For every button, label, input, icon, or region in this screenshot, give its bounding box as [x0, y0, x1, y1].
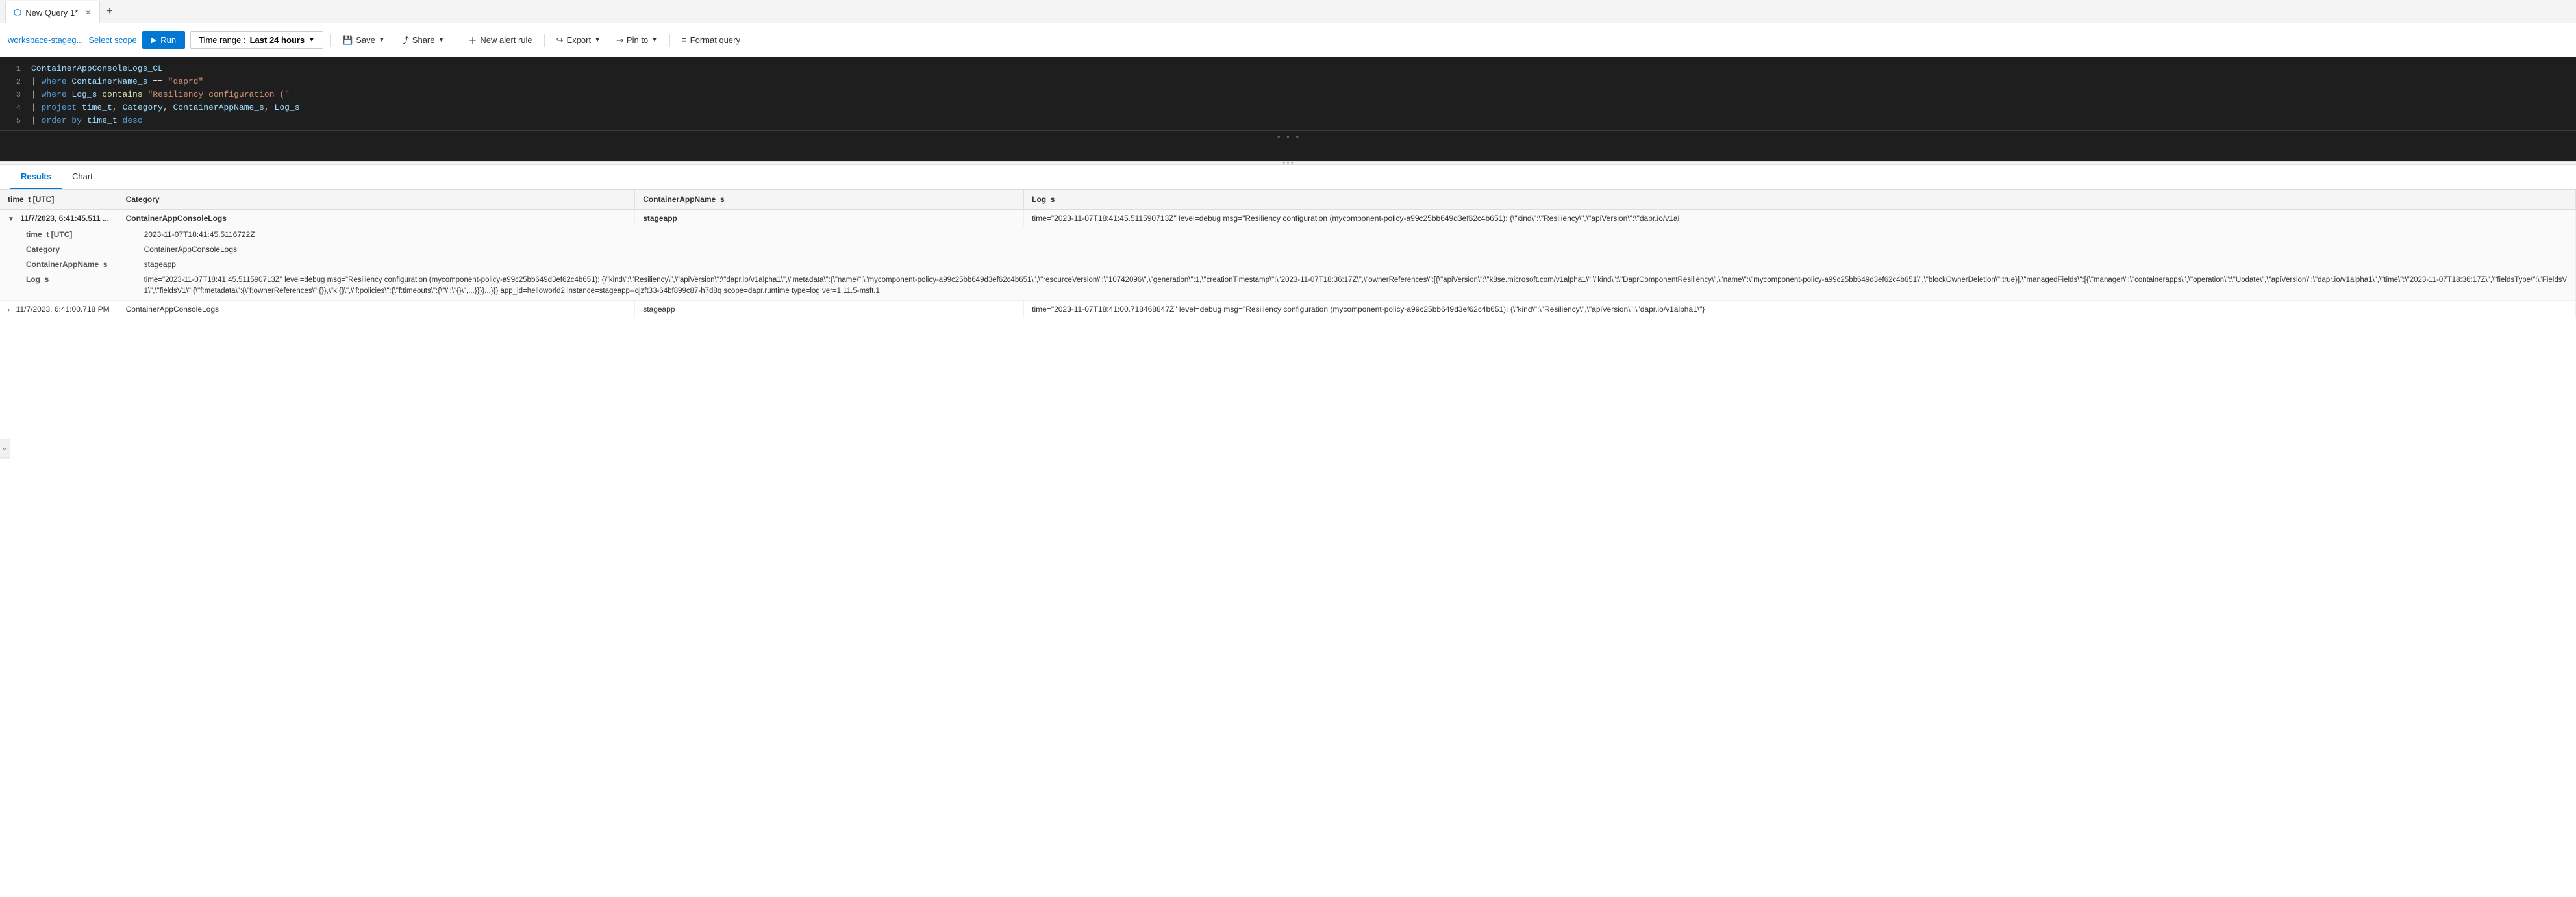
table-row[interactable]: › 11/7/2023, 6:41:00.718 PM ContainerApp…	[0, 300, 2576, 318]
run-label: Run	[160, 35, 176, 45]
line-content-3: | where Log_s contains "Resiliency confi…	[31, 88, 290, 101]
share-icon: ⤴	[401, 34, 409, 46]
save-icon: 💾	[342, 35, 353, 45]
run-button[interactable]: ▶ Run	[142, 31, 185, 49]
export-icon: ↪	[556, 35, 564, 45]
editor-ellipsis: • • •	[0, 130, 2576, 145]
detail-value: ContainerAppConsoleLogs	[118, 242, 2575, 257]
time-range-button[interactable]: Time range : Last 24 hours ▼	[190, 31, 323, 49]
detail-row: Category ContainerAppConsoleLogs	[0, 242, 2576, 257]
log-text: time="2023-11-07T18:41:00.718468847Z" le…	[1032, 305, 1811, 314]
tab-chart[interactable]: Chart	[62, 165, 103, 189]
play-icon: ▶	[151, 36, 156, 44]
line-num-5: 5	[5, 114, 21, 127]
editor-line-5: 5 | order by time_t desc	[0, 114, 2576, 127]
workspace-label: workspace-stageg...	[8, 35, 83, 45]
col-header-category: Category	[118, 190, 635, 210]
query-tab[interactable]: ⬡ New Query 1* ×	[5, 1, 100, 23]
col-header-log: Log_s	[1024, 190, 2576, 210]
editor-line-1: 1 ContainerAppConsoleLogs_CL	[0, 62, 2576, 75]
new-tab-button[interactable]: +	[100, 0, 119, 23]
divider-4	[669, 34, 670, 47]
detail-row: Log_s time="2023-11-07T18:41:45.51159071…	[0, 272, 2576, 301]
col-header-time: time_t [UTC]	[0, 190, 118, 210]
table-row[interactable]: ▼ 11/7/2023, 6:41:45.511 ... ContainerAp…	[0, 210, 2576, 227]
tab-close-button[interactable]: ×	[84, 6, 92, 18]
share-chevron-icon: ▼	[438, 36, 445, 44]
expand-icon[interactable]: ›	[8, 307, 10, 314]
format-query-button[interactable]: ≡ Format query	[677, 32, 745, 48]
sidebar-toggle[interactable]: ‹‹	[0, 439, 10, 458]
save-chevron-icon: ▼	[379, 36, 385, 44]
toolbar: workspace-stageg... Select scope ▶ Run T…	[0, 23, 2576, 57]
detail-value: time="2023-11-07T18:41:45.511590713Z" le…	[118, 272, 2575, 301]
time-range-value: Last 24 hours	[250, 35, 305, 45]
log-text: time="2023-11-07T18:41:45.511590713Z" le…	[1032, 214, 1811, 223]
line-num-2: 2	[5, 75, 21, 88]
pin-icon: ⊸	[616, 35, 623, 45]
results-area[interactable]: Results Chart time_t [UTC] Category Cont…	[0, 165, 2576, 897]
line-num-1: 1	[5, 62, 21, 75]
format-icon: ≡	[682, 35, 687, 45]
pin-to-button[interactable]: ⊸ Pin to ▼	[611, 32, 663, 49]
tab-title: New Query 1*	[25, 8, 78, 18]
table-header-row: time_t [UTC] Category ContainerAppName_s…	[0, 190, 2576, 210]
time-range-chevron-icon: ▼	[308, 36, 315, 44]
tab-results[interactable]: Results	[10, 165, 62, 189]
results-table: time_t [UTC] Category ContainerAppName_s…	[0, 190, 2576, 318]
line-num-4: 4	[5, 101, 21, 114]
main-content: 1 ContainerAppConsoleLogs_CL 2 | where C…	[0, 57, 2576, 897]
export-button[interactable]: ↪ Export ▼	[551, 32, 606, 49]
editor-line-3: 3 | where Log_s contains "Resiliency con…	[0, 88, 2576, 101]
collapse-icon[interactable]: ▼	[8, 216, 14, 223]
share-button[interactable]: ⤴ Share ▼	[395, 31, 450, 49]
col-header-appname: ContainerAppName_s	[635, 190, 1024, 210]
query-editor[interactable]: 1 ContainerAppConsoleLogs_CL 2 | where C…	[0, 57, 2576, 161]
result-tabs: Results Chart	[0, 165, 2576, 190]
divider-3	[544, 34, 545, 47]
export-chevron-icon: ▼	[594, 36, 601, 44]
line-content-4: | project time_t, Category, ContainerApp…	[31, 101, 300, 114]
detail-label: Category	[0, 242, 118, 257]
select-scope-button[interactable]: Select scope	[88, 35, 136, 45]
alert-plus-icon: ＋	[468, 34, 477, 46]
editor-line-2: 2 | where ContainerName_s == "daprd"	[0, 75, 2576, 88]
line-content-2: | where ContainerName_s == "daprd"	[31, 75, 203, 88]
new-alert-button[interactable]: ＋ New alert rule	[463, 31, 537, 49]
detail-value: 2023-11-07T18:41:45.5116722Z	[118, 227, 2575, 242]
detail-row: ContainerAppName_s stageapp	[0, 257, 2576, 272]
editor-line-4: 4 | project time_t, Category, ContainerA…	[0, 101, 2576, 114]
line-content-1: ContainerAppConsoleLogs_CL	[31, 62, 163, 75]
tab-bar: ⬡ New Query 1* × +	[0, 0, 2576, 23]
azure-icon: ⬡	[14, 7, 21, 18]
detail-label: Log_s	[0, 272, 118, 301]
pin-chevron-icon: ▼	[651, 36, 658, 44]
time-range-prefix: Time range :	[199, 35, 246, 45]
detail-row: time_t [UTC] 2023-11-07T18:41:45.5116722…	[0, 227, 2576, 242]
line-num-3: 3	[5, 88, 21, 101]
detail-label: ContainerAppName_s	[0, 257, 118, 272]
detail-value: stageapp	[118, 257, 2575, 272]
divider-1	[330, 34, 331, 47]
line-content-5: | order by time_t desc	[31, 114, 143, 127]
save-button[interactable]: 💾 Save ▼	[337, 32, 390, 49]
detail-label: time_t [UTC]	[0, 227, 118, 242]
